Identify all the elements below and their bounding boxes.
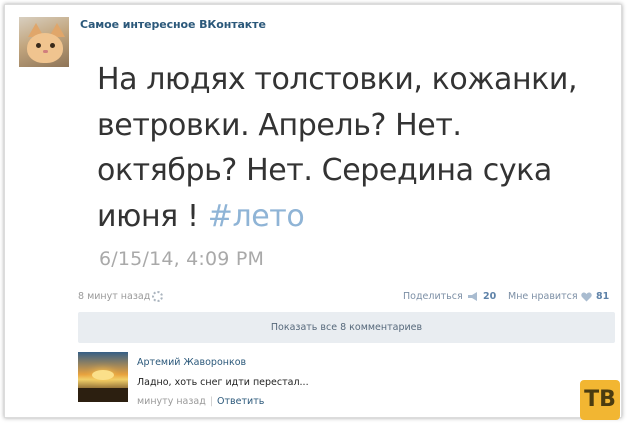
gear-icon[interactable] — [152, 291, 163, 302]
community-name-link[interactable]: Самое интересное ВКонтакте — [80, 18, 266, 31]
reply-button[interactable]: Ответить — [217, 396, 264, 407]
tweet-text: На людях толстовки, кожанки, ветровки. А… — [97, 62, 578, 234]
comment-author-avatar[interactable] — [78, 352, 128, 402]
hashtag-link[interactable]: #лето — [208, 199, 305, 234]
post-time-link[interactable]: 8 минут назад — [78, 291, 150, 302]
comment-meta-separator: | — [209, 396, 214, 407]
sunset-ground — [78, 388, 128, 402]
cat-nose — [43, 50, 48, 53]
share-button[interactable]: Поделиться — [403, 291, 463, 302]
post-meta-row: 8 минут назад Поделиться 20 Мне нравится… — [78, 291, 610, 305]
like-button[interactable]: Мне нравится — [508, 291, 578, 302]
show-all-comments-button[interactable]: Показать все 8 комментариев — [78, 312, 615, 343]
post-card: Самое интересное ВКонтакте На людях толс… — [4, 4, 622, 418]
like-count: 81 — [596, 291, 610, 302]
heart-icon[interactable] — [581, 292, 592, 302]
cat-eye-right — [50, 43, 55, 48]
comment-meta: минуту назад | Ответить — [137, 396, 264, 407]
cat-face — [27, 33, 63, 63]
community-avatar[interactable] — [19, 17, 69, 67]
comment-text: Ладно, хоть снег идти перестал... — [137, 377, 309, 388]
tweet-date: 6/15/14, 4:09 PM — [99, 248, 265, 270]
watermark-logo: ТВ — [580, 380, 620, 420]
comment-author-link[interactable]: Артемий Жаворонков — [137, 357, 246, 368]
tweet-text-image: На людях толстовки, кожанки, ветровки. А… — [97, 57, 597, 239]
sunset-sun — [92, 370, 114, 380]
comment-time-link[interactable]: минуту назад — [137, 396, 206, 407]
megaphone-icon — [468, 292, 477, 301]
share-count: 20 — [483, 291, 497, 302]
cat-eye-left — [36, 43, 41, 48]
